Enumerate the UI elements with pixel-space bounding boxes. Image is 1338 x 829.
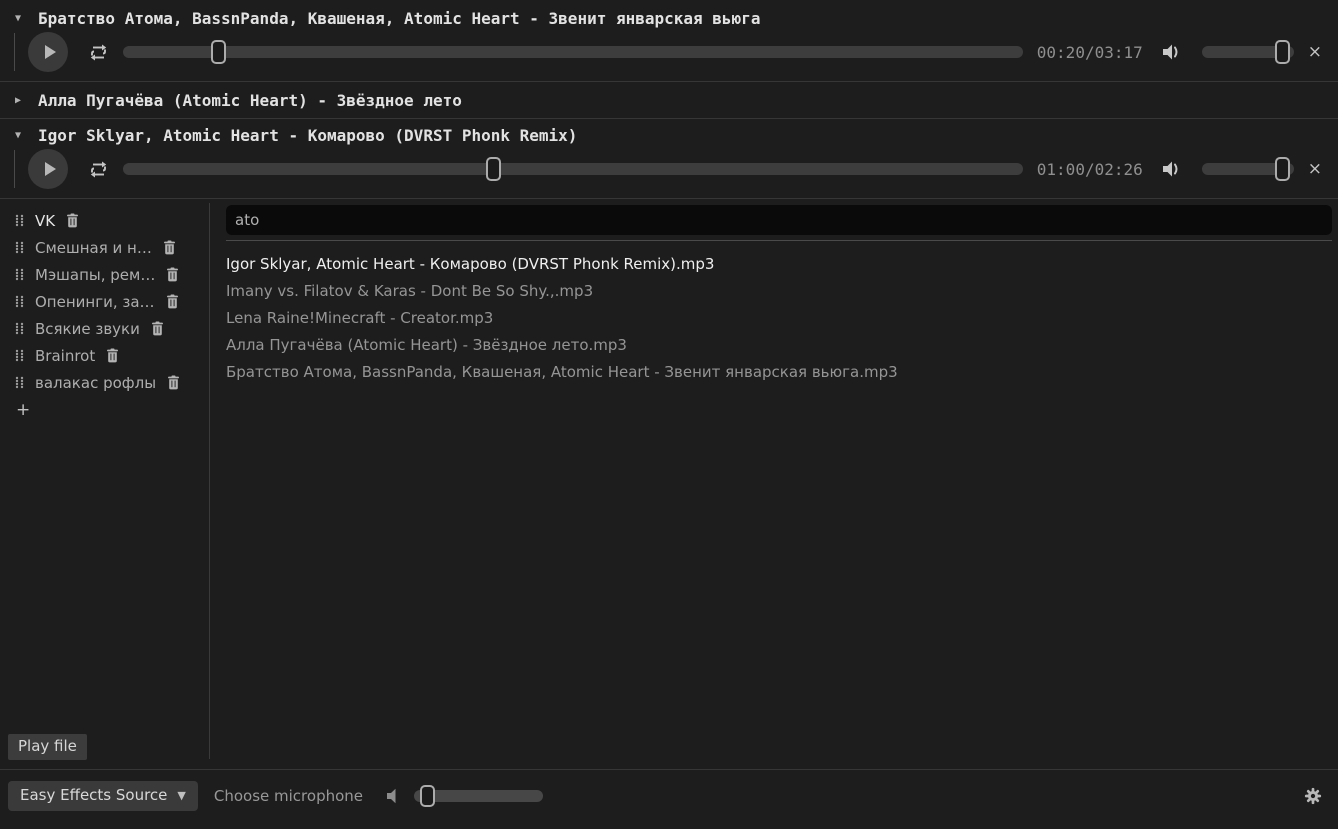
seek-handle[interactable] [486, 157, 501, 181]
mic-volume-slider[interactable] [414, 783, 543, 809]
seek-track [123, 163, 1023, 175]
play-button[interactable] [28, 149, 68, 189]
mic-volume-handle[interactable] [420, 785, 435, 807]
sidebar-item-vk[interactable]: VK [0, 207, 209, 234]
source-select-dropdown[interactable]: Easy Effects Source ▼ [8, 781, 198, 811]
loop-button[interactable] [88, 160, 109, 179]
seek-slider[interactable] [123, 156, 1023, 182]
loop-button[interactable] [88, 43, 109, 62]
track-title: Братство Атома, BassnPanda, Квашеная, At… [38, 9, 760, 28]
volume-icon[interactable] [1160, 43, 1182, 61]
play-icon [45, 45, 56, 59]
delete-playlist-button[interactable] [66, 213, 79, 228]
seek-slider[interactable] [123, 39, 1023, 65]
file-list: Igor Sklyar, Atomic Heart - Комарово (DV… [226, 250, 1332, 385]
file-row-selected[interactable]: Igor Sklyar, Atomic Heart - Комарово (DV… [226, 250, 1332, 277]
track-title: Igor Sklyar, Atomic Heart - Комарово (DV… [38, 126, 577, 145]
volume-slider[interactable] [1202, 156, 1294, 182]
delete-playlist-button[interactable] [166, 267, 179, 282]
drag-handle-icon[interactable] [15, 295, 24, 308]
sidebar-item-brainrot[interactable]: Brainrot [0, 342, 209, 369]
volume-handle[interactable] [1275, 40, 1290, 64]
playlist-label: Опенинги, за… [35, 293, 155, 311]
playlist-label: Всякие звуки [35, 320, 140, 338]
search-separator [226, 240, 1332, 241]
sidebar-item-openings[interactable]: Опенинги, за… [0, 288, 209, 315]
player-controls: 01:00/02:26 × [0, 147, 1338, 191]
player-section: ▼ Братство Атома, BassnPanda, Квашеная, … [0, 0, 1338, 82]
playlist-sidebar: VK Смешная и н… Мэшапы, рем… Опенинги, з… [0, 199, 209, 769]
volume-handle[interactable] [1275, 157, 1290, 181]
add-playlist-button[interactable]: + [0, 396, 40, 420]
indent-line [14, 33, 15, 71]
bottom-bar: Easy Effects Source ▼ Choose microphone [0, 769, 1338, 822]
drag-handle-icon[interactable] [15, 322, 24, 335]
playlist-label: валакас рофлы [35, 374, 156, 392]
delete-playlist-button[interactable] [163, 240, 176, 255]
playlist-label: VK [35, 212, 55, 230]
close-button[interactable]: × [1308, 161, 1322, 178]
drag-handle-icon[interactable] [15, 349, 24, 362]
file-row[interactable]: Братство Атома, BassnPanda, Квашеная, At… [226, 358, 1332, 385]
time-display: 01:00/02:26 [1037, 160, 1143, 179]
speaker-icon [1160, 43, 1182, 61]
volume-slider[interactable] [1202, 39, 1294, 65]
player-header[interactable]: ▼ Igor Sklyar, Atomic Heart - Комарово (… [0, 119, 1338, 147]
file-row[interactable]: Lena Raine!Minecraft - Creator.mp3 [226, 304, 1332, 331]
source-select-label: Easy Effects Source [20, 786, 167, 804]
player-controls: 00:20/03:17 × [0, 30, 1338, 74]
speaker-icon [1160, 160, 1182, 178]
muted-speaker-icon[interactable] [385, 788, 400, 804]
sidebar-item-mashups[interactable]: Мэшапы, рем… [0, 261, 209, 288]
playlist-label: Brainrot [35, 347, 95, 365]
main-area: VK Смешная и н… Мэшапы, рем… Опенинги, з… [0, 199, 1338, 769]
collapse-arrow-icon[interactable]: ▼ [15, 13, 27, 24]
time-display: 00:20/03:17 [1037, 43, 1143, 62]
sidebar-item-sounds[interactable]: Всякие звуки [0, 315, 209, 342]
indent-line [14, 150, 15, 188]
player-header[interactable]: ▼ Братство Атома, BassnPanda, Квашеная, … [0, 0, 1338, 30]
settings-gear-icon[interactable] [1304, 787, 1322, 805]
close-button[interactable]: × [1308, 44, 1322, 61]
drag-handle-icon[interactable] [15, 241, 24, 254]
play-file-button[interactable]: Play file [8, 734, 87, 760]
chevron-down-icon: ▼ [177, 789, 185, 802]
sidebar-item-smeshnaya[interactable]: Смешная и н… [0, 234, 209, 261]
delete-playlist-button[interactable] [151, 321, 164, 336]
choose-microphone-label: Choose microphone [214, 787, 363, 805]
drag-handle-icon[interactable] [15, 376, 24, 389]
play-icon [45, 162, 56, 176]
drag-handle-icon[interactable] [15, 268, 24, 281]
player-section: ▶ Алла Пугачёва (Atomic Heart) - Звёздно… [0, 82, 1338, 119]
delete-playlist-button[interactable] [166, 294, 179, 309]
seek-track [123, 46, 1023, 58]
sidebar-item-valakas[interactable]: валакас рофлы [0, 369, 209, 396]
expand-arrow-icon[interactable]: ▶ [15, 95, 27, 106]
volume-icon[interactable] [1160, 160, 1182, 178]
seek-handle[interactable] [211, 40, 226, 64]
file-row[interactable]: Алла Пугачёва (Atomic Heart) - Звёздное … [226, 331, 1332, 358]
sidebar-divider [209, 203, 210, 759]
playlist-label: Смешная и н… [35, 239, 152, 257]
player-header[interactable]: ▶ Алла Пугачёва (Atomic Heart) - Звёздно… [0, 82, 1338, 112]
delete-playlist-button[interactable] [167, 375, 180, 390]
repeat-icon [88, 160, 109, 179]
delete-playlist-button[interactable] [106, 348, 119, 363]
track-title: Алла Пугачёва (Atomic Heart) - Звёздное … [38, 91, 462, 110]
search-input[interactable] [226, 205, 1332, 235]
collapse-arrow-icon[interactable]: ▼ [15, 130, 27, 141]
playlist-label: Мэшапы, рем… [35, 266, 155, 284]
drag-handle-icon[interactable] [15, 214, 24, 227]
play-button[interactable] [28, 32, 68, 72]
repeat-icon [88, 43, 109, 62]
file-panel: Igor Sklyar, Atomic Heart - Комарово (DV… [209, 199, 1338, 769]
player-section: ▼ Igor Sklyar, Atomic Heart - Комарово (… [0, 119, 1338, 199]
file-row[interactable]: Imany vs. Filatov & Karas - Dont Be So S… [226, 277, 1332, 304]
